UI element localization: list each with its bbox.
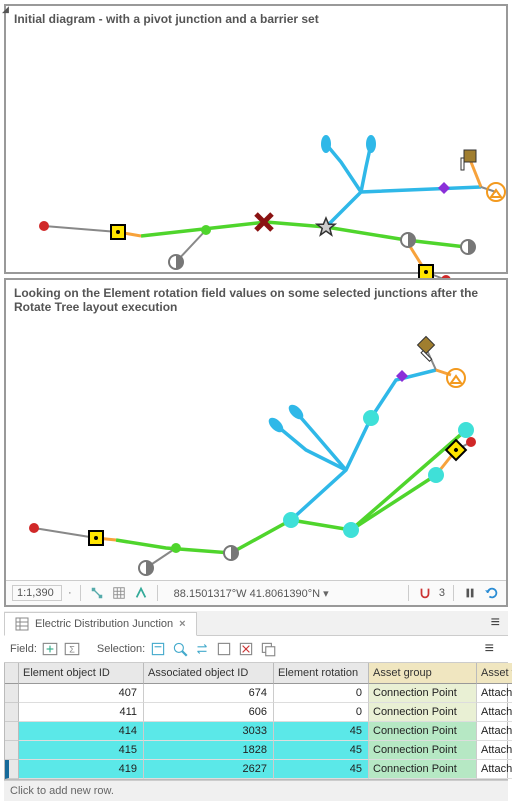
snap-value: 3: [439, 587, 445, 599]
coord-dropdown-icon[interactable]: ▾: [323, 588, 329, 600]
cell-asset-group[interactable]: Connection Point: [369, 722, 477, 741]
col-associated-object-id[interactable]: Associated object ID: [144, 663, 274, 684]
row-header[interactable]: [5, 760, 19, 779]
row-header[interactable]: [5, 703, 19, 722]
scale-display[interactable]: 1:1,390: [12, 585, 62, 601]
cell-element-rotation[interactable]: 45: [274, 722, 369, 741]
cell-element-object-id[interactable]: 407: [19, 684, 144, 703]
clear-selection-icon[interactable]: [215, 640, 233, 658]
cell-element-object-id[interactable]: 419: [19, 760, 144, 779]
rotated-diagram-panel: Looking on the Element rotation field va…: [4, 278, 508, 607]
zoom-to-selection-icon[interactable]: [171, 640, 189, 658]
map-toolbar: 1:1,390 · 88.1501317°W 41.8061390°N ▾ 3: [6, 580, 506, 605]
cell-asset-type[interactable]: Attachment: [477, 741, 512, 760]
menu-icon[interactable]: ≡: [483, 614, 508, 632]
cell-associated-object-id[interactable]: 1828: [144, 741, 274, 760]
col-element-rotation[interactable]: Element rotation: [274, 663, 369, 684]
initial-diagram-panel: Initial diagram - with a pivot junction …: [4, 4, 508, 274]
table-tab-bar: Electric Distribution Junction × ≡: [4, 611, 508, 636]
svg-text:Σ: Σ: [69, 644, 75, 654]
row-header[interactable]: [5, 684, 19, 703]
cell-asset-type[interactable]: Attachment: [477, 760, 512, 779]
field-label: Field:: [10, 643, 37, 655]
initial-diagram-canvas[interactable]: [6, 32, 506, 272]
snapping-icon[interactable]: [89, 585, 105, 601]
tab-label: Electric Distribution Junction: [35, 618, 173, 630]
grid-icon[interactable]: [111, 585, 127, 601]
cell-asset-group[interactable]: Connection Point: [369, 703, 477, 722]
magnet-icon[interactable]: [417, 585, 433, 601]
cell-element-rotation[interactable]: 0: [274, 684, 369, 703]
switch-selection-icon[interactable]: [193, 640, 211, 658]
cell-element-rotation[interactable]: 0: [274, 703, 369, 722]
delete-selection-icon[interactable]: [237, 640, 255, 658]
cell-associated-object-id[interactable]: 2627: [144, 760, 274, 779]
table-row[interactable]: 415182845Connection PointAttachment: [5, 741, 507, 760]
constraint-icon[interactable]: [133, 585, 149, 601]
calculate-field-icon[interactable]: Σ: [63, 640, 81, 658]
select-by-attrs-icon[interactable]: [149, 640, 167, 658]
col-asset-group[interactable]: Asset group: [369, 663, 477, 684]
row-header[interactable]: [5, 722, 19, 741]
cell-element-object-id[interactable]: 415: [19, 741, 144, 760]
pause-icon[interactable]: [462, 585, 478, 601]
cell-element-rotation[interactable]: 45: [274, 760, 369, 779]
cell-associated-object-id[interactable]: 3033: [144, 722, 274, 741]
add-field-icon[interactable]: [41, 640, 59, 658]
panel2-title: Looking on the Element rotation field va…: [6, 280, 506, 320]
cell-element-rotation[interactable]: 45: [274, 741, 369, 760]
scale-dropdown-icon[interactable]: ·: [68, 587, 72, 599]
field-bar-menu-icon[interactable]: ≡: [477, 640, 502, 658]
close-icon[interactable]: ×: [179, 618, 185, 630]
table-icon: [15, 617, 29, 631]
row-header[interactable]: [5, 741, 19, 760]
panel1-title: Initial diagram - with a pivot junction …: [6, 6, 506, 32]
cell-asset-group[interactable]: Connection Point: [369, 684, 477, 703]
field-selection-bar: Field: Σ Selection: ≡: [4, 636, 508, 663]
rotated-diagram-canvas[interactable]: [6, 320, 506, 580]
refresh-icon[interactable]: [484, 585, 500, 601]
rotated-diagram-svg: [6, 320, 506, 580]
cell-element-object-id[interactable]: 411: [19, 703, 144, 722]
selection-label: Selection:: [97, 643, 145, 655]
row-header-corner[interactable]: ◢: [5, 663, 19, 684]
cell-asset-group[interactable]: Connection Point: [369, 760, 477, 779]
cell-asset-type[interactable]: Attachment: [477, 684, 512, 703]
table-header-row: ◢ Element object ID Associated object ID…: [5, 663, 507, 684]
table-row[interactable]: 4116060Connection PointAttachment: [5, 703, 507, 722]
cell-asset-type[interactable]: Attachment: [477, 703, 512, 722]
col-element-object-id[interactable]: Element object ID: [19, 663, 144, 684]
table-row[interactable]: 414303345Connection PointAttachment: [5, 722, 507, 741]
copy-selection-icon[interactable]: [259, 640, 277, 658]
table-row[interactable]: 419262745Connection PointAttachment: [5, 760, 507, 779]
cell-asset-type[interactable]: Attachment: [477, 722, 512, 741]
cell-element-object-id[interactable]: 414: [19, 722, 144, 741]
tab-electric-distribution-junction[interactable]: Electric Distribution Junction ×: [4, 612, 197, 636]
add-row-hint[interactable]: Click to add new row.: [4, 780, 508, 801]
cell-associated-object-id[interactable]: 674: [144, 684, 274, 703]
table-row[interactable]: 4076740Connection PointAttachment: [5, 684, 507, 703]
col-asset-type[interactable]: Asset type: [477, 663, 512, 684]
attribute-table: ◢ Element object ID Associated object ID…: [4, 663, 508, 780]
cell-associated-object-id[interactable]: 606: [144, 703, 274, 722]
initial-diagram-svg: [6, 32, 506, 272]
cell-asset-group[interactable]: Connection Point: [369, 741, 477, 760]
coordinates-display: 88.1501317°W 41.8061390°N ▾: [166, 587, 400, 600]
